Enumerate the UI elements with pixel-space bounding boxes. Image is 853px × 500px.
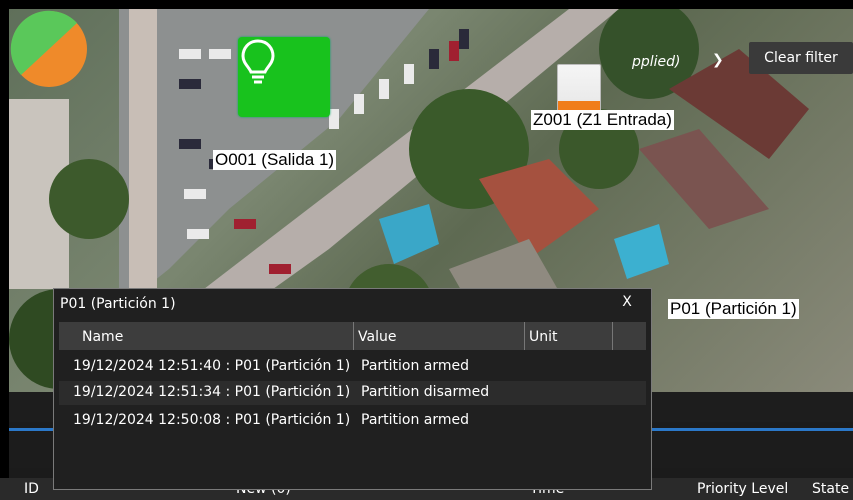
zone-z001[interactable] xyxy=(557,64,601,116)
column-value[interactable]: Value xyxy=(358,329,396,345)
row-name: 19/12/2024 12:51:40 : P01 (Partición 1) xyxy=(73,358,351,374)
filter-applied-text: pplied) xyxy=(632,54,681,70)
row-value: Partition armed xyxy=(361,412,470,428)
table-row[interactable]: 19/12/2024 12:51:34 : P01 (Partición 1) … xyxy=(59,381,646,405)
table-row[interactable]: 19/12/2024 12:51:40 : P01 (Partición 1) … xyxy=(59,355,646,379)
chevron-down-icon[interactable]: ❯ xyxy=(712,52,724,68)
row-name: 19/12/2024 12:50:08 : P01 (Partición 1) xyxy=(73,412,351,428)
row-value: Partition disarmed xyxy=(361,384,490,400)
row-value: Partition armed xyxy=(361,358,470,374)
column-divider[interactable] xyxy=(612,322,613,350)
column-divider[interactable] xyxy=(524,322,525,350)
table-row[interactable]: 19/12/2024 12:50:08 : P01 (Partición 1) … xyxy=(59,409,646,433)
column-id[interactable]: ID xyxy=(24,481,39,497)
column-divider[interactable] xyxy=(353,322,354,350)
row-name: 19/12/2024 12:51:34 : P01 (Partición 1) xyxy=(73,384,351,400)
partition-dialog[interactable]: P01 (Partición 1) X Name Value Unit 19/1… xyxy=(53,288,652,490)
partition-label[interactable]: P01 (Partición 1) xyxy=(668,299,799,319)
output-o001[interactable] xyxy=(238,37,330,117)
dialog-title: P01 (Partición 1) xyxy=(60,296,176,312)
column-priority-level[interactable]: Priority Level xyxy=(697,481,788,497)
column-unit[interactable]: Unit xyxy=(529,329,558,345)
close-button[interactable]: X xyxy=(617,292,637,312)
column-name[interactable]: Name xyxy=(82,329,123,345)
partition-pie-icon[interactable] xyxy=(9,9,89,89)
output-label[interactable]: O001 (Salida 1) xyxy=(213,150,337,170)
column-state[interactable]: State xyxy=(812,481,849,497)
clear-filter-button[interactable]: Clear filter xyxy=(749,42,853,74)
zone-label[interactable]: Z001 (Z1 Entrada) xyxy=(531,110,674,130)
lightbulb-icon xyxy=(241,39,275,84)
